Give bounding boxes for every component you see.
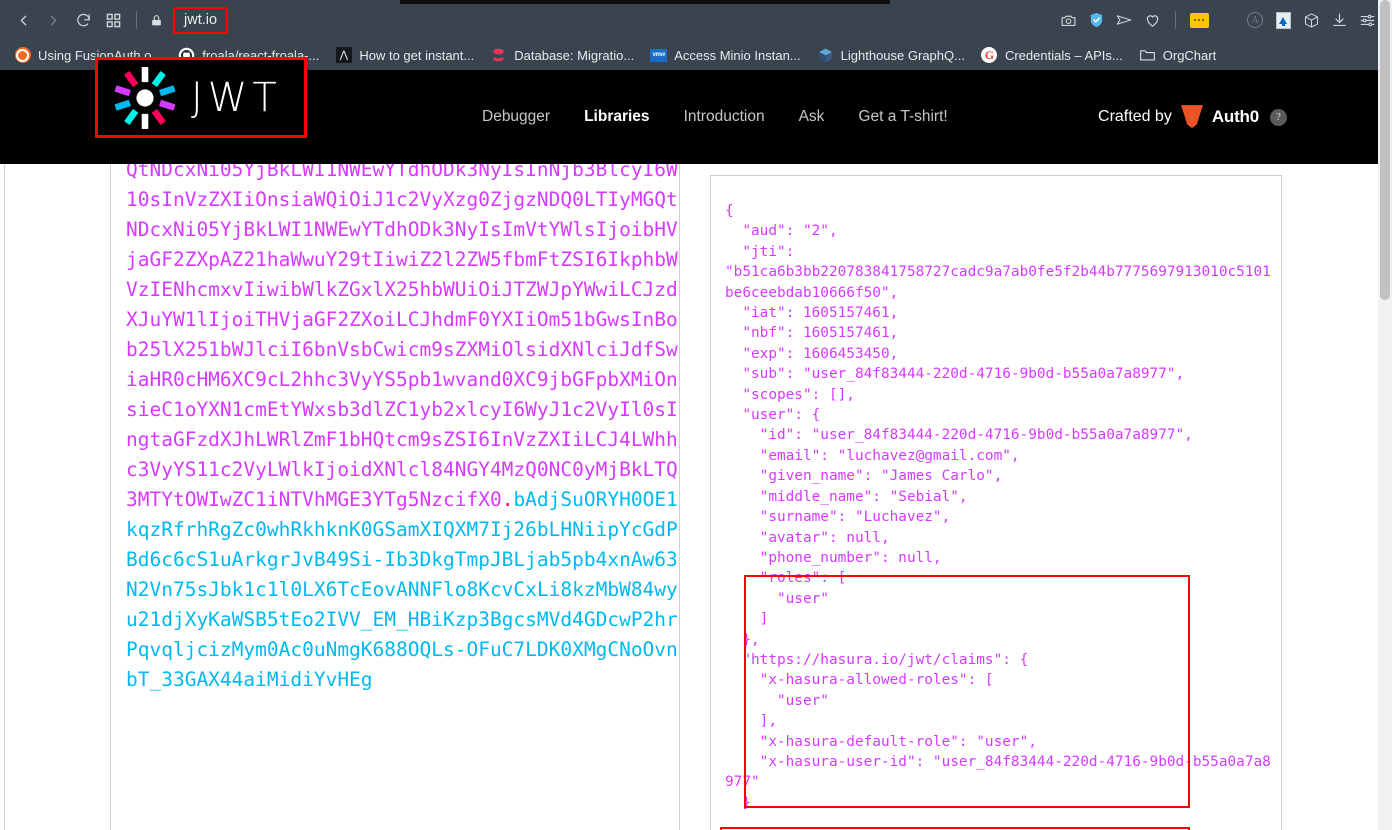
extension-notes-icon[interactable] (1186, 7, 1212, 33)
arrow-right-icon (45, 12, 62, 29)
crafted-by-label: Crafted by (1098, 108, 1172, 125)
bookmark-label: Database: Migratio... (514, 47, 635, 63)
bookmark-label: Credentials – APIs... (1004, 47, 1123, 63)
crafted-by-name: Auth0 (1211, 107, 1259, 126)
crafted-by: Crafted by Auth0 ? (1098, 105, 1287, 129)
extension-door-icon[interactable] (1270, 7, 1296, 33)
jwt-logo-highlight-box: JWT (95, 57, 307, 138)
debugger-body: QtNDcxNi05YjBkLWI1NWEwYTdhODk3NyIsInNjb3… (0, 164, 1392, 830)
circle-a-icon: A (1247, 12, 1263, 28)
reload-button[interactable] (68, 5, 98, 35)
lock-icon[interactable] (145, 13, 167, 28)
nav-item-get-a-tshirt[interactable]: Get a T-shirt! (858, 108, 947, 126)
site-nav: Debugger Libraries Introduction Ask Get … (482, 108, 948, 126)
google-icon: G (981, 47, 998, 64)
bookmark-access-minio[interactable]: vm w Access Minio Instan... (642, 44, 808, 67)
bookmark-label: Lighthouse GraphQ... (840, 47, 965, 63)
fusionauth-icon (14, 47, 31, 64)
toolbar-divider (136, 11, 137, 29)
bookmark-database-migration[interactable]: Database: Migratio... (482, 44, 642, 67)
bookmark-label: Access Minio Instan... (674, 47, 801, 63)
page-scrollbar[interactable] (1378, 0, 1392, 830)
decoded-payload-pane[interactable]: { "aud": "2", "jti": "b51ca6b3bb22078384… (710, 175, 1282, 830)
token-signature-segment: bAdjSuORYH0OE1kqzRfrhRgZc0whRkhknK0GSamX… (126, 488, 678, 691)
nav-item-ask[interactable]: Ask (799, 108, 825, 126)
bookmark-lighthouse-graphql[interactable]: Lighthouse GraphQ... (809, 44, 973, 67)
decoded-payload-json[interactable]: { "aud": "2", "jti": "b51ca6b3bb22078384… (711, 176, 1281, 813)
favorite-heart-icon[interactable] (1139, 7, 1165, 33)
toolbar-divider-2 (1175, 11, 1176, 29)
package-cube-icon[interactable] (1298, 7, 1324, 33)
help-icon[interactable]: ? (1270, 108, 1287, 126)
yellow-badge-icon (1189, 12, 1209, 28)
back-button[interactable] (8, 5, 38, 35)
site-header: JWT Debugger Libraries Introduction Ask … (0, 57, 1392, 164)
downloads-icon[interactable] (1326, 7, 1352, 33)
jwt-burst-logo-icon (112, 65, 178, 131)
cube-icon (817, 47, 834, 64)
reload-icon (75, 12, 92, 29)
nav-item-libraries[interactable]: Libraries (584, 108, 649, 126)
forward-button[interactable] (38, 5, 68, 35)
shield-check-icon[interactable] (1083, 7, 1109, 33)
address-bar-text: jwt.io (184, 11, 218, 28)
page-scrollbar-thumb[interactable] (1380, 0, 1390, 300)
folder-icon (1139, 47, 1156, 64)
bookmark-how-to-get-instant[interactable]: ⋀ How to get instant... (327, 44, 482, 67)
tab-overview-button[interactable] (98, 5, 128, 35)
bookmark-orgchart-folder[interactable]: OrgChart (1131, 44, 1224, 67)
database-icon (490, 47, 507, 64)
jwt-wordmark: JWT (191, 74, 282, 121)
nav-item-introduction[interactable]: Introduction (684, 108, 765, 126)
toolbar-extensions: A (1055, 7, 1384, 33)
nav-item-debugger[interactable]: Debugger (482, 108, 550, 126)
screenshot-icon[interactable] (1055, 7, 1081, 33)
vmware-icon: vm w (650, 47, 668, 64)
settings-sliders-icon[interactable] (1354, 7, 1380, 33)
encoded-token-text[interactable]: QtNDcxNi05YjBkLWI1NWEwYTdhODk3NyIsInNjb3… (126, 164, 679, 695)
send-icon[interactable] (1111, 7, 1137, 33)
bookmark-label: OrgChart (1162, 47, 1217, 63)
token-payload-segment: QtNDcxNi05YjBkLWI1NWEwYTdhODk3NyIsInNjb3… (126, 164, 678, 511)
token-separator-dot: . (501, 488, 514, 511)
bookmark-credentials-apis[interactable]: G Credentials – APIs... (973, 44, 1131, 67)
auth0-logo-icon (1180, 105, 1203, 129)
door-arrow-icon (1275, 11, 1291, 29)
dark-square-icon: ⋀ (335, 47, 352, 64)
browser-toolbar: jwt.io A (0, 0, 1392, 40)
address-bar[interactable]: jwt.io (173, 6, 229, 34)
grid-tabs-icon (106, 13, 121, 28)
left-gutter-column (4, 164, 111, 830)
bookmark-label: How to get instant... (359, 47, 475, 63)
encoded-token-pane[interactable]: QtNDcxNi05YjBkLWI1NWEwYTdhODk3NyIsInNjb3… (112, 164, 680, 830)
react-devtools-icon[interactable] (1214, 7, 1240, 33)
arrow-left-icon (15, 12, 32, 29)
adblock-icon[interactable]: A (1242, 7, 1268, 33)
